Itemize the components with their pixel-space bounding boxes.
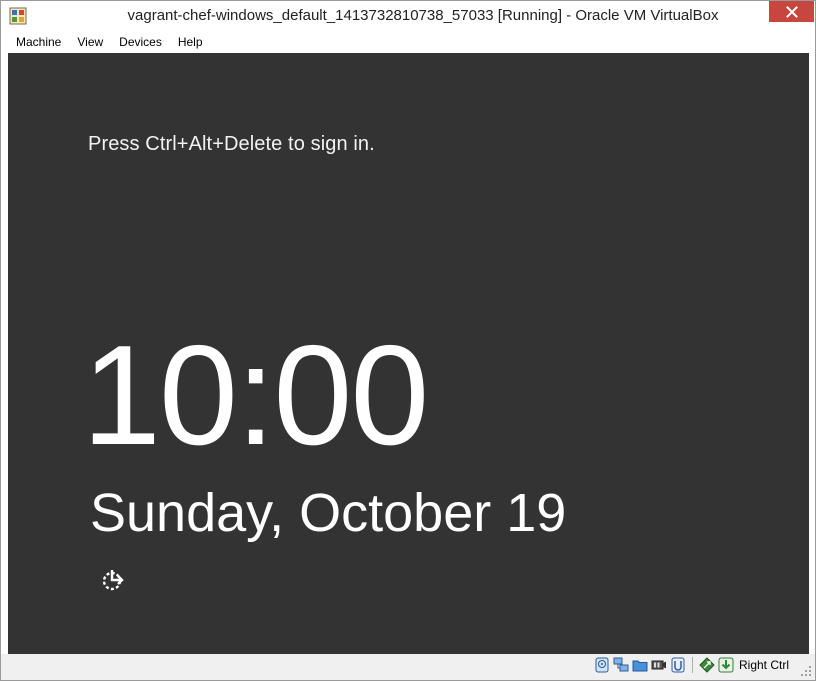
network-icon[interactable] [613,657,629,673]
menu-view[interactable]: View [69,32,111,52]
menu-help[interactable]: Help [170,32,211,52]
usb-icon[interactable] [670,657,686,673]
shared-folders-icon[interactable] [632,657,648,673]
host-key-icon[interactable] [718,657,734,673]
resize-grip-icon[interactable] [800,665,812,677]
close-icon [785,5,798,18]
status-bar: Right Ctrl [1,654,815,680]
virtualbox-window: vagrant-chef-windows_default_14137328107… [0,0,816,681]
menu-machine[interactable]: Machine [8,32,69,52]
menu-devices[interactable]: Devices [111,32,170,52]
mouse-integration-icon[interactable] [699,657,715,673]
sign-in-hint: Press Ctrl+Alt+Delete to sign in. [88,133,375,155]
lock-screen-date: Sunday, October 19 [90,483,567,543]
guest-screen[interactable]: Press Ctrl+Alt+Delete to sign in. 10:00 … [8,53,809,654]
host-key-label[interactable]: Right Ctrl [739,658,789,672]
close-button[interactable] [769,1,814,22]
ease-of-access-icon[interactable] [100,567,126,593]
window-title: vagrant-chef-windows_default_14137328107… [127,7,719,24]
hard-disk-icon[interactable] [594,657,610,673]
status-separator [691,657,693,673]
menu-bar: Machine View Devices Help [8,32,808,52]
lock-screen-time: 10:00 [82,316,429,475]
video-capture-icon[interactable] [651,657,667,673]
title-bar[interactable]: vagrant-chef-windows_default_14137328107… [1,1,815,32]
